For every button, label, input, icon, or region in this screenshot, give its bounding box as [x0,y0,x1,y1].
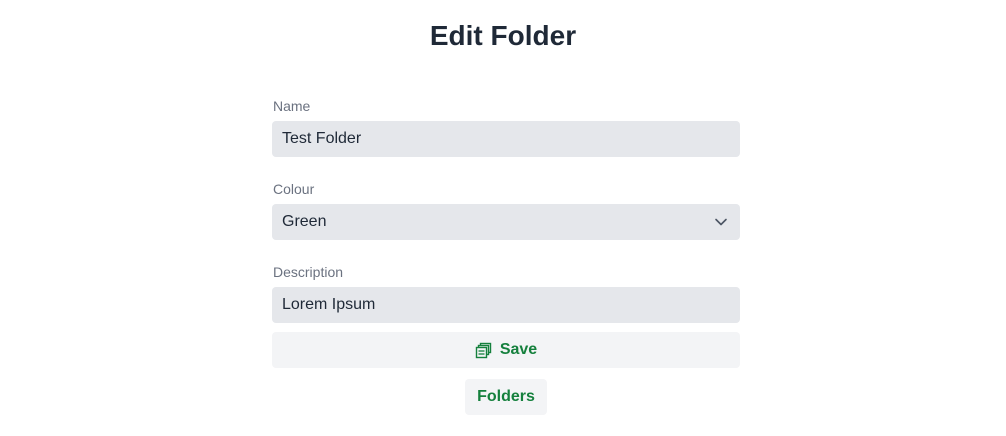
colour-select-value: Green [282,213,327,230]
edit-folder-page: Edit Folder Name Test Folder Colour Gree… [0,0,1006,436]
name-label: Name [273,98,311,114]
edit-folder-form: Name Test Folder Colour Green Descriptio… [272,97,740,368]
page-title: Edit Folder [429,20,577,51]
chevron-down-icon [715,218,727,226]
save-button[interactable]: Save [272,332,740,368]
colour-select[interactable]: Green [272,204,740,240]
save-button-label: Save [499,341,538,358]
name-input-value: Test Folder [282,130,362,147]
folders-button[interactable]: Folders [465,379,547,415]
description-input-value: Lorem Ipsum [282,296,376,313]
colour-label: Colour [273,181,315,197]
description-label: Description [273,264,344,280]
save-stack-icon [475,342,492,358]
description-input[interactable]: Lorem Ipsum [272,287,740,323]
name-input[interactable]: Test Folder [272,121,740,157]
